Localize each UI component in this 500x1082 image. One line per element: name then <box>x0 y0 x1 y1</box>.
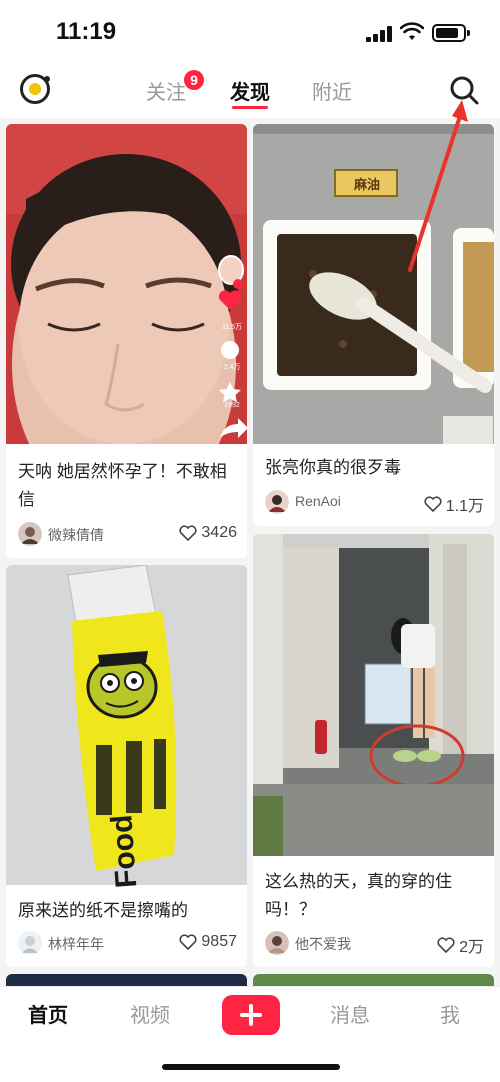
card-image-street <box>253 534 494 856</box>
package-print: Food <box>105 813 144 890</box>
following-badge: 9 <box>184 70 204 90</box>
tab-nearby[interactable]: 附近 <box>312 76 352 105</box>
likes-count: 1.1万 <box>445 498 484 515</box>
active-tab-indicator <box>232 106 268 109</box>
card-likes[interactable]: 1.1万 <box>424 492 484 516</box>
card-likes[interactable]: 9857 <box>179 933 237 951</box>
logo-icon[interactable] <box>20 74 50 104</box>
search-icon[interactable] <box>448 74 480 106</box>
feed-card[interactable]: 这么热的天，真的穿的住吗！？ 他不爱我 2万 <box>253 534 494 967</box>
heart-icon[interactable] <box>179 934 197 950</box>
card-author[interactable]: 微辣倩倩 <box>48 525 104 545</box>
feed-card[interactable]: 麻油 张亮你真的很歹毒 RenAoi 1.1万 <box>253 124 494 526</box>
tab-discover[interactable]: 发现 <box>230 76 270 105</box>
likes-count: 9857 <box>201 933 237 950</box>
battery-icon <box>432 24 470 42</box>
feed-card[interactable]: 11.5万 2.4万 1992 天呐 她居然怀孕了！不敢相信 微辣倩倩 3426 <box>6 124 247 558</box>
tray-label: 麻油 <box>353 177 380 192</box>
card-likes[interactable]: 2万 <box>437 933 484 957</box>
wifi-icon <box>400 22 424 40</box>
avatar[interactable] <box>18 522 42 546</box>
heart-icon[interactable] <box>424 496 442 512</box>
tab-home[interactable]: 首页 <box>28 999 68 1028</box>
card-image-tray <box>253 124 494 444</box>
home-indicator <box>162 1064 340 1070</box>
tab-following[interactable]: 关注 <box>146 76 186 105</box>
feed-card[interactable]: Food 原来送的纸不是擦嘴的 林梓年年 9857 <box>6 565 247 967</box>
avatar[interactable] <box>18 931 42 955</box>
card-author[interactable]: RenAoi <box>295 493 341 509</box>
likes-count: 2万 <box>459 939 484 956</box>
plus-icon[interactable] <box>222 995 280 1035</box>
overlay-likes-count: 11.5万 <box>221 324 243 331</box>
card-title[interactable]: 这么热的天，真的穿的住吗！？ <box>265 868 485 924</box>
card-title[interactable]: 张亮你真的很歹毒 <box>265 454 485 482</box>
tab-messages[interactable]: 消息 <box>330 999 370 1028</box>
card-title[interactable]: 原来送的纸不是擦嘴的 <box>18 897 238 925</box>
overlay-stars-count: 1992 <box>224 402 240 409</box>
likes-count: 3426 <box>201 524 237 541</box>
status-time: 11:19 <box>56 18 117 45</box>
heart-icon[interactable] <box>179 525 197 541</box>
card-author[interactable]: 林梓年年 <box>48 934 104 954</box>
tab-video[interactable]: 视频 <box>130 999 170 1028</box>
status-bar: 11:19 <box>0 0 500 62</box>
card-likes[interactable]: 3426 <box>179 524 237 542</box>
cellular-signal-icon <box>366 26 392 42</box>
heart-icon[interactable] <box>437 937 455 953</box>
tab-me[interactable]: 我 <box>440 999 460 1028</box>
overlay-comments-count: 2.4万 <box>223 364 241 371</box>
card-author[interactable]: 他不爱我 <box>295 934 351 954</box>
avatar[interactable] <box>265 490 289 514</box>
avatar[interactable] <box>265 931 289 955</box>
top-navigation: 关注 9 发现 附近 <box>0 62 500 118</box>
card-title[interactable]: 天呐 她居然怀孕了！不敢相信 <box>18 458 238 514</box>
card-image-face <box>6 124 247 444</box>
